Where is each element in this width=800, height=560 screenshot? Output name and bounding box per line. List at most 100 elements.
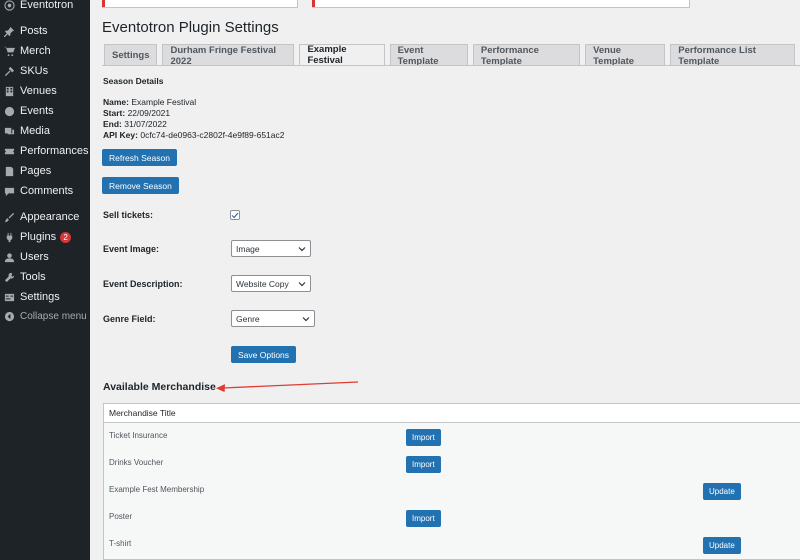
checkmark-icon [231, 212, 239, 218]
season-start-label: Start: [103, 108, 126, 118]
sidebar-item-media[interactable]: Media [0, 121, 90, 141]
collapse-menu-button[interactable]: Collapse menu [0, 306, 90, 326]
main-content: Eventotron Plugin Settings Settings Durh… [90, 0, 800, 560]
sidebar-item-venues[interactable]: Venues [0, 81, 90, 101]
pin-icon [3, 25, 15, 37]
remove-season-button[interactable]: Remove Season [102, 177, 179, 194]
user-icon [3, 251, 15, 263]
event-description-value: Website Copy [236, 278, 289, 289]
sidebar-item-events[interactable]: Events [0, 101, 90, 121]
genre-field-select[interactable]: Genre [231, 310, 315, 327]
site-icon [3, 0, 15, 11]
event-image-value: Image [236, 243, 260, 254]
tab-settings[interactable]: Settings [104, 44, 158, 66]
sidebar-item-label: SKUs [20, 65, 49, 77]
sidebar-item-label: Comments [20, 185, 74, 197]
media-icon [3, 125, 15, 137]
available-merchandise-heading: Available Merchandise [103, 381, 216, 393]
page-title: Eventotron Plugin Settings [102, 19, 279, 36]
globe-icon [3, 105, 15, 117]
tab-event-template[interactable]: Event Template [389, 44, 468, 67]
sidebar-item-label: Users [20, 251, 49, 263]
import-button[interactable]: Import [406, 510, 441, 527]
sell-tickets-label: Sell tickets: [103, 210, 154, 220]
import-button[interactable]: Import [406, 456, 441, 473]
merchandise-title-header: Merchandise Title [104, 404, 800, 423]
api-key-label: API Key: [103, 130, 138, 140]
sidebar-item-merch[interactable]: Merch [0, 41, 90, 61]
sidebar-brand-label: Eventotron [20, 0, 74, 11]
sidebar-item-label: Tools [20, 271, 46, 283]
season-name-value: Example Festival [131, 97, 197, 107]
ticket-icon [3, 145, 15, 157]
wrench-icon [3, 271, 15, 283]
merch-row-title: Example Fest Membership [109, 485, 205, 494]
season-start: Start: 22/09/2021 [103, 108, 170, 118]
settings-icon [3, 291, 15, 303]
sidebar-item-settings[interactable]: Settings [0, 287, 90, 307]
sidebar-item-label: Media [20, 125, 50, 137]
annotation-arrow-icon [216, 381, 359, 392]
sidebar-brand[interactable]: Eventotron [0, 0, 90, 15]
tab-performance-template[interactable]: Performance Template [472, 44, 581, 67]
sidebar-item-skus[interactable]: SKUs [0, 61, 90, 81]
merch-row-title: Ticket Insurance [109, 431, 168, 440]
sidebar-item-label: Events [20, 105, 54, 117]
chevron-down-icon [302, 317, 310, 322]
tab-divider [102, 65, 800, 66]
sidebar-item-plugins[interactable]: Plugins 2 [0, 227, 90, 247]
event-description-select[interactable]: Website Copy [231, 275, 311, 292]
update-count-badge: 2 [60, 231, 72, 243]
season-name: Name: Example Festival [103, 97, 196, 107]
tab-example-festival[interactable]: Example Festival [299, 44, 385, 66]
season-name-label: Name: [103, 97, 129, 107]
sidebar-item-appearance[interactable]: Appearance [0, 207, 90, 227]
genre-field-label: Genre Field: [103, 314, 156, 324]
sidebar-item-label: Performances [20, 145, 89, 157]
tab-durham-fringe-festival-2022[interactable]: Durham Fringe Festival 2022 [162, 44, 295, 67]
sidebar-item-label: Plugins [20, 231, 57, 243]
genre-field-value: Genre [236, 313, 260, 324]
sidebar-item-label: Collapse menu [20, 310, 87, 322]
sidebar-item-posts[interactable]: Posts [0, 21, 90, 41]
update-button[interactable]: Update [703, 537, 741, 554]
sidebar-item-users[interactable]: Users [0, 247, 90, 267]
cart-icon [3, 45, 15, 57]
sidebar-item-performances[interactable]: Performances [0, 141, 90, 161]
comment-icon [3, 185, 15, 197]
season-start-value: 22/09/2021 [127, 108, 171, 118]
tab-venue-template[interactable]: Venue Template [585, 44, 666, 67]
settings-tabs: Settings Durham Fringe Festival 2022 Exa… [104, 44, 800, 67]
api-key-value: 0cfc74-de0963-c2802f-4e9f89-651ac2 [140, 130, 285, 140]
merch-row-title: T-shirt [109, 539, 132, 548]
tab-performance-list-template[interactable]: Performance List Template [670, 44, 795, 67]
event-description-label: Event Description: [103, 279, 183, 289]
sidebar-item-pages[interactable]: Pages [0, 161, 90, 181]
season-end: End: 31/07/2022 [103, 119, 167, 129]
sell-tickets-checkbox[interactable] [230, 210, 240, 220]
import-button[interactable]: Import [406, 429, 441, 446]
page-icon [3, 165, 15, 177]
sidebar-item-tools[interactable]: Tools [0, 267, 90, 287]
refresh-season-button[interactable]: Refresh Season [102, 149, 177, 166]
update-button[interactable]: Update [703, 483, 741, 500]
merchandise-table: Merchandise Title Ticket Insurance Impor… [103, 403, 800, 560]
notice-box [312, 0, 690, 8]
save-options-button[interactable]: Save Options [231, 346, 297, 363]
sidebar-item-label: Settings [20, 291, 60, 303]
sidebar-item-label: Venues [20, 85, 57, 97]
admin-sidebar: Eventotron Posts Merch SKUs Venues Event… [0, 0, 90, 560]
event-image-select[interactable]: Image [231, 240, 311, 257]
notice-box [102, 0, 298, 8]
season-end-label: End: [103, 119, 122, 129]
sidebar-item-comments[interactable]: Comments [0, 181, 90, 201]
season-end-value: 31/07/2022 [124, 119, 167, 129]
tools-icon [3, 65, 15, 77]
plug-icon [3, 231, 15, 243]
sidebar-item-label: Appearance [20, 211, 80, 223]
sidebar-item-label: Merch [20, 45, 51, 57]
season-details-heading: Season Details [103, 76, 164, 86]
sidebar-item-label: Posts [20, 25, 48, 37]
merch-row-title: Poster [109, 512, 133, 521]
brush-icon [3, 211, 15, 223]
